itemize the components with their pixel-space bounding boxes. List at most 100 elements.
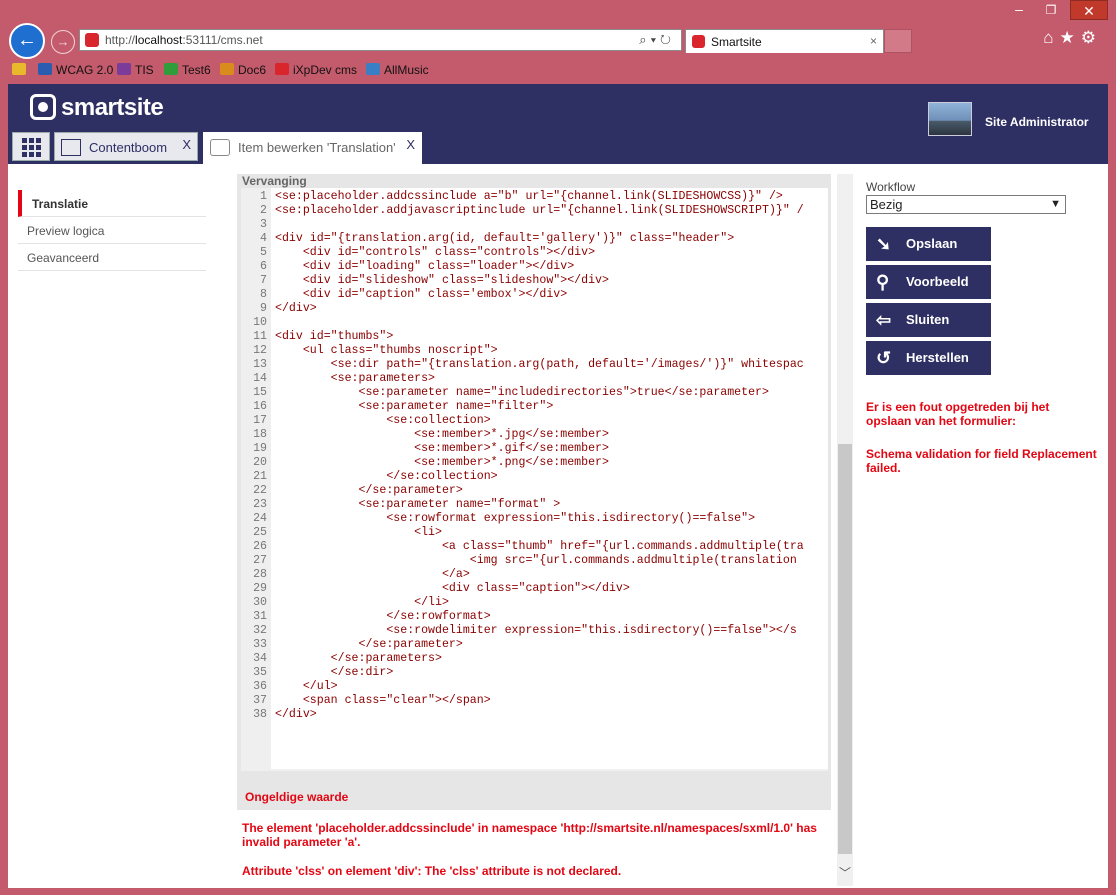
code-line[interactable]: 38 </div>: [241, 708, 828, 722]
dropdown-icon[interactable]: ▾: [651, 32, 660, 47]
field-label: Vervanging: [242, 174, 307, 188]
favorites-star-icon[interactable]: ★: [1060, 28, 1081, 47]
code-line[interactable]: 22 </se:parameter>: [241, 484, 828, 498]
home-icon[interactable]: ⌂: [1043, 28, 1059, 47]
code-line[interactable]: 5 <div id="controls" class="controls"></…: [241, 246, 828, 260]
edit-item-icon: [210, 139, 230, 156]
code-text: </se:parameter>: [275, 638, 463, 651]
tab-close-button[interactable]: ×: [870, 34, 877, 48]
code-line[interactable]: 20 <se:member>*.png</se:member>: [241, 456, 828, 470]
scroll-right-icon[interactable]: ❯: [801, 770, 812, 771]
favorite-link[interactable]: AllMusic: [366, 63, 429, 77]
code-line[interactable]: 19 <se:member>*.gif</se:member>: [241, 442, 828, 456]
code-text: <se:dir path="{translation.arg(path, def…: [275, 358, 804, 371]
code-line[interactable]: 12 <ul class="thumbs noscript">: [241, 344, 828, 358]
nav-item-preview-logica[interactable]: Preview logica: [18, 217, 206, 244]
minimize-button[interactable]: –: [1006, 0, 1032, 20]
refresh-icon[interactable]: ↻: [660, 32, 675, 47]
horizontal-scrollbar[interactable]: ❮ ❯: [271, 769, 828, 771]
code-line[interactable]: 11 <div id="thumbs">: [241, 330, 828, 344]
tab-contentboom[interactable]: Contentboom X: [54, 132, 198, 161]
window-close-button[interactable]: ✕: [1070, 0, 1108, 20]
code-line[interactable]: 27 <img src="{url.commands.addmultiple(t…: [241, 554, 828, 568]
code-line[interactable]: 6 <div id="loading" class="loader"></div…: [241, 260, 828, 274]
code-line[interactable]: 25 <li>: [241, 526, 828, 540]
tree-list-icon: [61, 139, 81, 156]
code-line[interactable]: 8 <div id="caption" class='embox'></div>: [241, 288, 828, 302]
address-tools[interactable]: ⌕▾↻: [639, 32, 675, 48]
favorite-link[interactable]: Test6: [164, 63, 211, 77]
grid-icon: [22, 138, 41, 157]
scroll-left-icon[interactable]: ❮: [285, 770, 296, 771]
favorites-add-icon[interactable]: [12, 63, 30, 77]
search-icon: ⚲: [876, 272, 890, 292]
workflow-select[interactable]: Bezig ▼: [866, 195, 1066, 214]
code-line[interactable]: 28 </a>: [241, 568, 828, 582]
avatar[interactable]: [928, 102, 972, 136]
code-line[interactable]: 17 <se:collection>: [241, 414, 828, 428]
forward-button[interactable]: →: [51, 30, 75, 54]
code-line[interactable]: 3: [241, 218, 828, 232]
code-line[interactable]: 14 <se:parameters>: [241, 372, 828, 386]
validation-error: The element 'placeholder.addcssinclude' …: [242, 821, 817, 849]
code-line[interactable]: 29 <div class="caption"></div>: [241, 582, 828, 596]
favorite-link[interactable]: Doc6: [220, 63, 266, 77]
favorite-link[interactable]: TIS: [117, 63, 154, 77]
code-line[interactable]: 36 </ul>: [241, 680, 828, 694]
back-button[interactable]: ←: [9, 23, 45, 59]
code-line[interactable]: 10: [241, 316, 828, 330]
favorite-link[interactable]: WCAG 2.0: [38, 63, 113, 77]
code-line[interactable]: 31 </se:rowformat>: [241, 610, 828, 624]
code-line[interactable]: 26 <a class="thumb" href="{url.commands.…: [241, 540, 828, 554]
browser-tab[interactable]: Smartsite ×: [685, 29, 884, 53]
code-line[interactable]: 15 <se:parameter name="includedirectorie…: [241, 386, 828, 400]
code-text: <se:collection>: [275, 414, 491, 427]
scrollbar-thumb[interactable]: [838, 444, 852, 854]
line-number: 34: [253, 652, 267, 665]
code-line[interactable]: 24 <se:rowformat expression="this.isdire…: [241, 512, 828, 526]
page-vertical-scrollbar[interactable]: ﹀: [837, 174, 853, 886]
line-number: 17: [253, 414, 267, 427]
code-text: </se:collection>: [275, 470, 498, 483]
line-number: 19: [253, 442, 267, 455]
save-button[interactable]: ➘ Opslaan: [866, 227, 991, 261]
code-line[interactable]: 1 <se:placeholder.addcssinclude a="b" url…: [241, 190, 828, 204]
nav-item-geavanceerd[interactable]: Geavanceerd: [18, 244, 206, 271]
search-icon[interactable]: ⌕: [639, 32, 650, 47]
code-text: </li>: [275, 596, 449, 609]
code-line[interactable]: 18 <se:member>*.jpg</se:member>: [241, 428, 828, 442]
code-line[interactable]: 30 </li>: [241, 596, 828, 610]
code-line[interactable]: 33 </se:parameter>: [241, 638, 828, 652]
code-line[interactable]: 7 <div id="slideshow" class="slideshow">…: [241, 274, 828, 288]
favorite-link[interactable]: iXpDev cms: [275, 63, 357, 77]
close-button[interactable]: ⇦ Sluiten: [866, 303, 991, 337]
code-line[interactable]: 9 </div>: [241, 302, 828, 316]
new-tab-button[interactable]: [884, 29, 912, 53]
tab-close-button[interactable]: X: [406, 137, 415, 152]
code-line[interactable]: 4 <div id="{translation.arg(id, default='…: [241, 232, 828, 246]
tab-close-button[interactable]: X: [182, 137, 191, 152]
tab-item-bewerken[interactable]: Item bewerken 'Translation' X: [203, 132, 422, 164]
code-line[interactable]: 37 <span class="clear"></span>: [241, 694, 828, 708]
validation-error: Attribute 'clss' on element 'div': The '…: [242, 864, 622, 878]
code-line[interactable]: 23 <se:parameter name="format" >: [241, 498, 828, 512]
code-line[interactable]: 13 <se:dir path="{translation.arg(path, …: [241, 358, 828, 372]
scroll-down-icon[interactable]: ﹀: [839, 864, 851, 881]
code-line[interactable]: 16 <se:parameter name="filter">: [241, 400, 828, 414]
code-text: </se:dir>: [275, 666, 394, 679]
maximize-button[interactable]: ❐: [1038, 0, 1064, 20]
address-bar[interactable]: http://localhost:53111/cms.net ⌕▾↻: [79, 29, 682, 51]
code-line[interactable]: 35 </se:dir>: [241, 666, 828, 680]
code-editor[interactable]: 1 <se:placeholder.addcssinclude a="b" url…: [241, 188, 828, 771]
code-line[interactable]: 21 </se:collection>: [241, 470, 828, 484]
code-line[interactable]: 2 <se:placeholder.addjavascriptinclude ur…: [241, 204, 828, 218]
preview-button[interactable]: ⚲ Voorbeeld: [866, 265, 991, 299]
settings-gear-icon[interactable]: ⚙: [1081, 28, 1102, 47]
code-line[interactable]: 32 <se:rowdelimiter expression="this.isd…: [241, 624, 828, 638]
nav-item-translatie[interactable]: Translatie: [18, 190, 206, 217]
user-name[interactable]: Site Administrator: [985, 115, 1089, 129]
restore-button[interactable]: ↺ Herstellen: [866, 341, 991, 375]
code-text: <a class="thumb" href="{url.commands.add…: [275, 540, 804, 553]
code-line[interactable]: 34 </se:parameters>: [241, 652, 828, 666]
apps-menu-button[interactable]: [12, 132, 50, 161]
